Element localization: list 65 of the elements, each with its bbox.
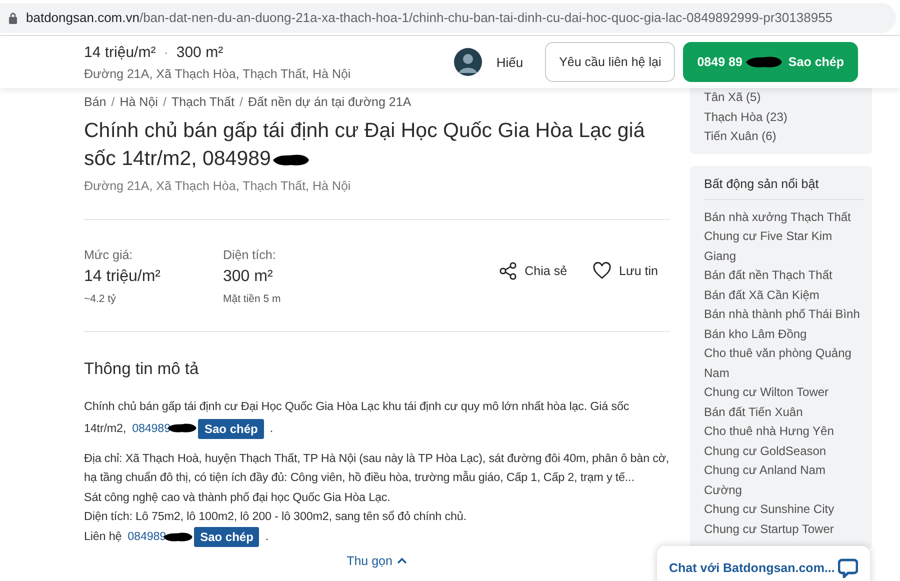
phone-link[interactable]: 084989 [132,416,198,440]
period-text: . [270,420,273,436]
stat-value: 300 m² [223,268,274,286]
stat-label: Diện tích: [223,248,277,262]
heart-icon [593,262,612,280]
stat-label: Mức giá: [84,248,134,262]
sidebar-link[interactable]: Tiến Xuân (6) [704,127,864,146]
sidebar-link[interactable]: Bán đất Xã Cần Kiệm [704,286,864,305]
header-address: Đường 21A, Xã Thạch Hòa, Thạch Thất, Hà Nội [84,66,351,80]
redaction-mark [744,55,784,69]
sidebar-link[interactable]: Chung cư Startup Tower [704,520,864,539]
copy-button[interactable]: Sao chép [194,526,260,546]
description-text: 14tr/m2, [84,420,126,436]
sidebar-link[interactable]: Chung cư Five Star Kim Giang [704,227,864,266]
stat-note: Mặt tiền 5 m [223,293,282,305]
section-heading: Thông tin mô tả [84,360,200,379]
header-area: 300 m² [176,44,224,60]
agent-name[interactable]: Hiếu [496,54,524,70]
sidebar-link[interactable]: Chung cư GoldSeason [704,442,864,461]
breadcrumb-separator: / [111,95,115,109]
contact-request-button[interactable]: Yêu cầu liên hệ lại [545,42,676,82]
sidebar-link[interactable]: Tân Xã (5) [704,88,864,108]
sidebar-link[interactable]: Chung cư Anland Nam Cường [704,461,864,500]
sidebar-title: Bất động sản nổi bật [704,176,820,193]
address-bar[interactable]: batdongsan.com.vn/ban-dat-nen-du-an-duong-21a-xa-thach-hoa-1/chinh-chu-ban-tai-dinh-cu-dai-hoc-quoc-gia-lac-0849892999-pr30138955 [0,2,896,32]
listing-address: Đường 21A, Xã Thạch Hòa, Thạch Thất, Hà Nội [84,179,352,193]
stat-value: 14 triệu/m² [84,268,162,286]
description-text: Liên hệ [84,528,122,545]
sidebar-link[interactable]: Thạch Hòa (23) [704,108,864,127]
breadcrumb-link[interactable]: Bán [84,95,106,109]
sidebar-link[interactable]: Cho thuê nhà Hưng Yên [704,422,864,442]
sidebar-link[interactable]: Bán nhà xưởng Thạch Thất [704,208,864,227]
copy-button[interactable]: Sao chép [198,418,264,438]
breadcrumb-link[interactable]: Hà Nội [120,95,158,109]
chat-popup[interactable]: Chat với Batdongsan.com... [657,546,870,581]
lock-icon [8,12,18,24]
breadcrumb-link[interactable]: Thạch Thất [171,95,234,109]
phone-link[interactable]: 084989 [128,526,194,546]
share-button[interactable]: Chia sẻ [498,262,568,280]
sidebar-link[interactable]: Bán nhà thành phố Thái Bình [704,305,864,324]
separator-dot: · [164,44,168,60]
sidebar-link[interactable]: Bán đất nền Thạch Thất [704,266,864,286]
redaction-mark [270,152,311,167]
chevron-up-icon [397,557,408,564]
description-text: Chính chủ bán gấp tái định cư Đại Học Quốc Gia Hòa Lạc khu tái định cư quy mô lớn nhất hòa lạc. Giá sốc [84,399,630,415]
avatar [454,48,482,76]
sidebar-link[interactable]: Chung cư Wilton Tower [704,383,864,402]
chat-bubble-icon [838,558,858,578]
stat-note: ~4.2 tỷ [84,293,117,305]
breadcrumb-separator: / [162,95,166,109]
breadcrumb-separator: / [239,95,243,109]
listing-title: Chính chủ bán gấp tái định cư Đại Học Quốc Gia Hòa Lạc giá sốc 14tr/m2, 084989 [84,118,646,172]
save-button[interactable]: Lưu tin [593,262,658,280]
description-text: Địa chỉ: Xã Thạch Hoà, huyện Thạch Thất, TP Hà Nội (sau này là TP Hòa Lạc), sát đường đôi 40m, phân ô bàn cờ, hạ tầng chuẩn đô thị, có tiện ích đầy đủ: Công viên, hồ điều hòa, trường mẫu giáo, Cấp 1, Cấp 2, trạm y tế... [84,450,670,486]
sidebar-link[interactable]: Bán kho Lâm Đồng [704,324,864,344]
collapse-button[interactable]: Thu gọn [346,554,408,568]
sidebar-link[interactable]: Bán đất Tiến Xuân [704,402,864,422]
breadcrumb-link[interactable]: Đất nền dự án tại đường 21A [248,95,412,109]
sidebar-link[interactable]: Chung cư Sunshine City [704,500,864,520]
period-text: . [265,528,269,545]
share-icon [498,262,517,280]
header-price: 14 triệu/m² [84,44,156,60]
description-text: Sát công nghệ cao và thành phố đại học Quốc Gia Hòa Lạc. [84,490,392,506]
sidebar-link[interactable]: Cho thuê văn phòng Quảng Nam [704,344,864,383]
description-text: Diện tích: Lô 75m2, lô 100m2, lô 200 - lô 300m2, sang tên sổ đỏ chính chủ. [84,509,468,525]
